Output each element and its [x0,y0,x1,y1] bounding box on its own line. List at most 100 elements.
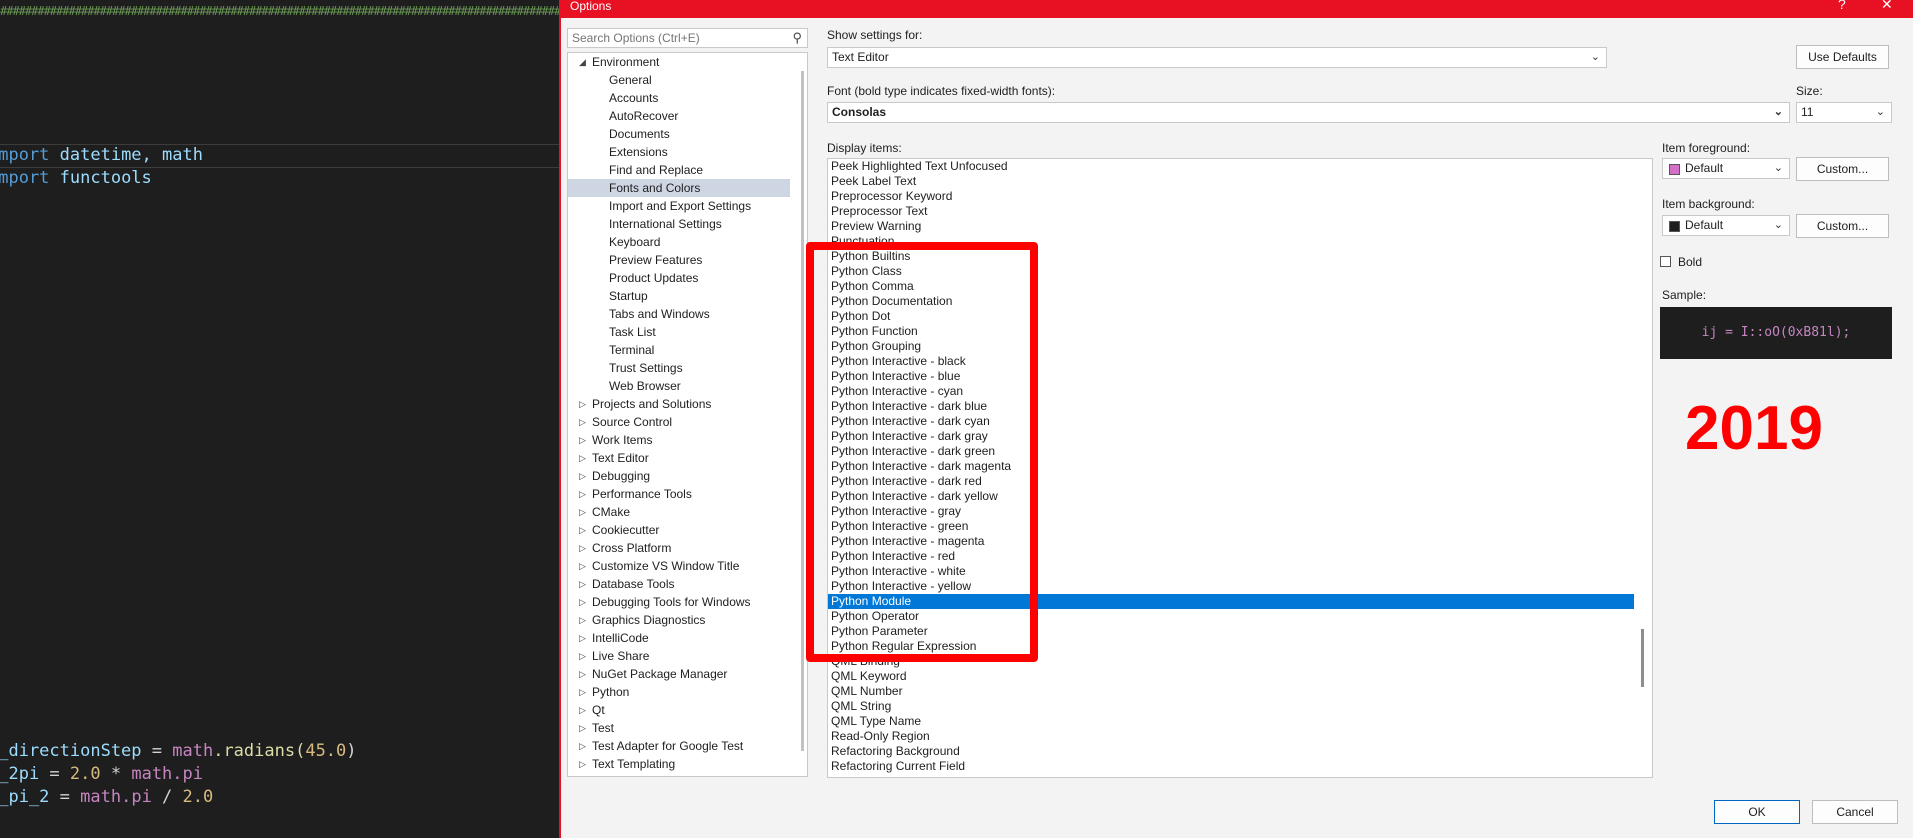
item-foreground-dropdown[interactable]: Default ⌄ [1662,158,1790,179]
tree-item[interactable]: ▷ Text Templating [568,755,790,773]
tree-item[interactable]: ▷ IntelliCode [568,629,790,647]
tree-scrollbar[interactable] [801,71,804,751]
show-settings-dropdown[interactable]: Text Editor ⌄ [827,47,1607,68]
tree-item[interactable]: Preview Features [568,251,790,269]
tree-item[interactable]: ▷ Performance Tools [568,485,790,503]
tree-item[interactable]: Terminal [568,341,790,359]
display-item[interactable]: Peek Highlighted Text Unfocused [828,159,1634,174]
display-item[interactable]: Refactoring Current Field [828,759,1634,774]
tree-item[interactable]: General [568,71,790,89]
expand-arrow-icon[interactable]: ▷ [579,611,586,629]
tree-item[interactable]: Extensions [568,143,790,161]
help-icon[interactable]: ? [1838,0,1846,11]
tree-item[interactable]: Fonts and Colors [568,179,790,197]
code-editor[interactable]: ########################################… [0,0,560,838]
search-input[interactable] [568,29,782,47]
number: 2.0 [69,764,101,784]
ok-button[interactable]: OK [1714,800,1800,824]
tree-item[interactable]: ▷ Debugging [568,467,790,485]
dialog-titlebar[interactable]: Options ? ✕ [561,0,1913,18]
tree-item[interactable]: ▷ Projects and Solutions [568,395,790,413]
tree-item[interactable]: ▷ Text Editor [568,449,790,467]
tree-item[interactable]: ▷ Cross Platform [568,539,790,557]
display-item[interactable]: Preview Warning [828,219,1634,234]
tree-item[interactable]: ▷ Debugging Tools for Windows [568,593,790,611]
item-background-dropdown[interactable]: Default ⌄ [1662,215,1790,236]
tree-item[interactable]: ▷ Source Control [568,413,790,431]
cancel-button[interactable]: Cancel [1812,800,1898,824]
display-item[interactable]: QML String [828,699,1634,714]
expand-arrow-icon[interactable]: ▷ [579,647,586,665]
module: math [131,764,173,784]
display-item[interactable]: QML Number [828,684,1634,699]
expand-arrow-icon[interactable]: ▷ [579,737,586,755]
display-item[interactable]: QML Type Name [828,714,1634,729]
item-foreground-value: Default [1685,161,1724,175]
tree-item[interactable]: ▷ Customize VS Window Title [568,557,790,575]
expand-arrow-icon[interactable]: ▷ [579,557,586,575]
tree-item[interactable]: ▷ Work Items [568,431,790,449]
keyword: import [0,145,50,165]
tree-item[interactable]: Startup [568,287,790,305]
tree-item[interactable]: Web Browser [568,377,790,395]
tree-item[interactable]: Tabs and Windows [568,305,790,323]
display-item[interactable]: Preprocessor Text [828,204,1634,219]
display-item[interactable]: Peek Label Text [828,174,1634,189]
expand-arrow-icon[interactable]: ▷ [579,413,586,431]
options-tree[interactable]: ◢ Environment General Accounts AutoRecover Do… [567,52,808,777]
tree-item[interactable]: ▷ CMake [568,503,790,521]
tree-item[interactable]: ▷ Test Adapter for Google Test [568,737,790,755]
expand-arrow-icon[interactable]: ▷ [579,449,586,467]
tree-item[interactable]: ▷ Database Tools [568,575,790,593]
expand-arrow-icon[interactable]: ▷ [579,431,586,449]
tree-item[interactable]: ▷ Cookiecutter [568,521,790,539]
tree-item[interactable]: ▷ Graphics Diagnostics [568,611,790,629]
search-options-box[interactable]: ⚲ [567,28,808,48]
tree-item[interactable]: ◢ Environment [568,53,790,71]
expand-arrow-icon[interactable]: ▷ [579,521,586,539]
code-text: functools [49,168,152,188]
display-item[interactable]: Preprocessor Keyword [828,189,1634,204]
expand-arrow-icon[interactable]: ▷ [579,629,586,647]
custom-foreground-button[interactable]: Custom... [1796,157,1889,181]
font-dropdown[interactable]: Consolas ⌄ [827,102,1790,123]
display-item[interactable]: QML Keyword [828,669,1634,684]
expand-arrow-icon[interactable]: ▷ [579,593,586,611]
display-item[interactable]: Refactoring Background [828,744,1634,759]
tree-item[interactable]: Trust Settings [568,359,790,377]
tree-item[interactable]: Find and Replace [568,161,790,179]
tree-item[interactable]: ▷ Qt [568,701,790,719]
tree-item[interactable]: International Settings [568,215,790,233]
tree-item[interactable]: ▷ Python [568,683,790,701]
display-item[interactable]: Read-Only Region [828,729,1634,744]
expand-arrow-icon[interactable]: ▷ [579,467,586,485]
expand-arrow-icon[interactable]: ▷ [579,395,586,413]
tree-item[interactable]: Accounts [568,89,790,107]
tree-item[interactable]: Documents [568,125,790,143]
expand-arrow-icon[interactable]: ▷ [579,539,586,557]
tree-item[interactable]: Import and Export Settings [568,197,790,215]
list-scrollbar-thumb[interactable] [1641,629,1644,687]
expand-arrow-icon[interactable]: ▷ [579,719,586,737]
custom-background-button[interactable]: Custom... [1796,214,1889,238]
expand-arrow-icon[interactable]: ▷ [579,665,586,683]
tree-item[interactable]: Keyboard [568,233,790,251]
expand-arrow-icon[interactable]: ▷ [579,575,586,593]
tree-item[interactable]: Task List [568,323,790,341]
tree-item[interactable]: Product Updates [568,269,790,287]
expand-arrow-icon[interactable]: ▷ [579,701,586,719]
tree-item[interactable]: ▷ NuGet Package Manager [568,665,790,683]
tree-item[interactable]: ▷ Test [568,719,790,737]
tree-item[interactable]: AutoRecover [568,107,790,125]
expand-arrow-icon[interactable]: ▷ [579,755,586,773]
expand-arrow-icon[interactable]: ▷ [579,503,586,521]
bold-checkbox[interactable] [1660,256,1671,267]
search-icon[interactable]: ⚲ [792,30,802,46]
close-icon[interactable]: ✕ [1881,0,1893,11]
expand-arrow-icon[interactable]: ▷ [579,683,586,701]
use-defaults-button[interactable]: Use Defaults [1796,45,1889,69]
tree-item[interactable]: ▷ Live Share [568,647,790,665]
expand-arrow-icon[interactable]: ▷ [579,485,586,503]
size-dropdown[interactable]: 11 ⌄ [1796,102,1892,123]
collapse-arrow-icon[interactable]: ◢ [579,53,586,71]
